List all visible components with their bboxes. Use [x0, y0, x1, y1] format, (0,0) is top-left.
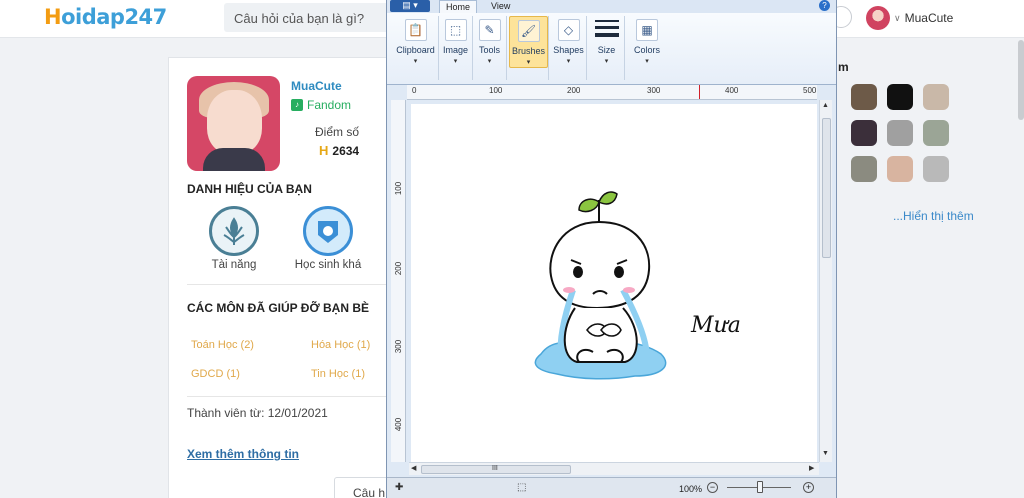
- image-group[interactable]: ⬚ Image ▾: [439, 16, 473, 80]
- scroll-right-icon[interactable]: ▶: [809, 464, 814, 472]
- select-icon: ⬚: [444, 19, 467, 41]
- scroll-down-icon[interactable]: ▼: [822, 450, 829, 457]
- member-thumbnail[interactable]: [923, 84, 949, 110]
- titles-heading: DANH HIỆU CỦA BẠN: [187, 182, 312, 196]
- size-group[interactable]: Size ▾: [589, 16, 625, 80]
- drawing-canvas[interactable]: Mưa: [411, 104, 817, 462]
- drawing-illustration: Mưa: [534, 191, 741, 380]
- score-label: Điểm số: [315, 125, 360, 139]
- canvas-text: Mưa: [690, 313, 741, 338]
- scroll-up-icon[interactable]: ▲: [822, 102, 829, 109]
- scroll-thumb[interactable]: [822, 118, 831, 258]
- member-thumbnail[interactable]: [923, 156, 949, 182]
- subject-item[interactable]: Tin Học (1): [311, 368, 365, 380]
- fandom-link[interactable]: ♪ Fandom: [291, 98, 351, 112]
- vertical-scrollbar[interactable]: ▲ ▼: [819, 100, 832, 462]
- talent-badge-icon[interactable]: [209, 206, 259, 256]
- zoom-in-icon[interactable]: +: [803, 482, 814, 493]
- shapes-icon: ◇: [557, 19, 580, 41]
- zoom-level: 100%: [679, 484, 703, 494]
- help-icon[interactable]: ?: [819, 0, 830, 11]
- member-thumbnail[interactable]: [887, 84, 913, 110]
- good-student-badge-icon[interactable]: [303, 206, 353, 256]
- paint-window: ▤ ▾ Home View ? 📋 Clipboard ▾ ⬚ Image ▾ …: [386, 0, 837, 498]
- badge-label: Tài năng: [211, 259, 257, 271]
- page-scrollbar[interactable]: [1018, 40, 1024, 120]
- divider: [187, 284, 387, 285]
- member-since: Thành viên từ: 12/01/2021: [187, 406, 328, 420]
- chevron-down-icon: ▾: [453, 58, 458, 65]
- subject-item[interactable]: Toán Học (2): [191, 339, 254, 351]
- paint-menu-button[interactable]: ▤ ▾: [390, 0, 430, 12]
- badge-label: Học sinh khá: [294, 259, 362, 271]
- colors-group[interactable]: ▦ Colors ▾: [627, 16, 667, 80]
- chevron-down-icon: ∨: [894, 12, 901, 23]
- sidebar-title: m: [838, 60, 849, 74]
- avatar: [866, 6, 890, 30]
- profile-username[interactable]: MuaCute: [291, 79, 342, 93]
- user-menu[interactable]: ∨ MuaCute: [866, 6, 953, 30]
- profile-card: MuaCute ♪ Fandom Điểm số H 2634 DANH HIỆ…: [168, 57, 398, 498]
- member-thumbnail[interactable]: [887, 156, 913, 182]
- profile-avatar: [187, 76, 280, 171]
- member-thumbnail[interactable]: [887, 120, 913, 146]
- score-icon: H: [319, 143, 329, 158]
- chevron-down-icon: ▾: [566, 58, 571, 65]
- score-value: H 2634: [319, 143, 360, 158]
- show-more-link[interactable]: ...Hiển thị thêm: [893, 209, 974, 223]
- site-logo[interactable]: Hoidap247: [44, 5, 167, 29]
- member-thumbnail[interactable]: [851, 120, 877, 146]
- brushes-group[interactable]: 🖌 Brushes ▾: [509, 16, 549, 80]
- chevron-down-icon: ▾: [604, 58, 609, 65]
- cursor-position-icon: ✚: [395, 482, 404, 493]
- ribbon-tab-bar: ▤ ▾ Home View ?: [387, 0, 836, 13]
- vertical-ruler: 100 200 300 400: [391, 100, 406, 462]
- header-username: MuaCute: [904, 11, 954, 25]
- chevron-down-icon: ▾: [645, 58, 649, 65]
- horizontal-scrollbar[interactable]: ◀ III ▶: [409, 462, 819, 475]
- shapes-group[interactable]: ◇ Shapes ▾: [551, 16, 587, 80]
- tab-view[interactable]: View: [485, 0, 516, 13]
- zoom-out-icon[interactable]: −: [707, 482, 718, 493]
- ask-question-button[interactable]: Câu h: [334, 477, 394, 498]
- line-size-icon: [594, 20, 619, 42]
- scroll-left-icon[interactable]: ◀: [411, 464, 416, 472]
- member-thumbnail[interactable]: [851, 84, 877, 110]
- chevron-down-icon: ▾: [487, 58, 492, 65]
- subject-item[interactable]: GDCD (1): [191, 368, 240, 380]
- cursor-marker: [699, 85, 700, 99]
- tools-group[interactable]: ✎ Tools ▾: [473, 16, 507, 80]
- zoom-slider-handle[interactable]: [757, 481, 763, 493]
- pencil-icon: ✎: [478, 19, 501, 41]
- scroll-thumb[interactable]: III: [421, 465, 571, 474]
- ribbon-toolbar: 📋 Clipboard ▾ ⬚ Image ▾ ✎ Tools ▾ 🖌 Brus…: [387, 13, 836, 85]
- search-input[interactable]: Câu hỏi của bạn là gì?: [224, 3, 394, 32]
- more-info-link[interactable]: Xem thêm thông tin: [187, 447, 299, 461]
- divider: [187, 396, 387, 397]
- member-thumbnail[interactable]: [851, 156, 877, 182]
- clipboard-group[interactable]: 📋 Clipboard ▾: [393, 16, 439, 80]
- fandom-icon: ♪: [291, 99, 303, 111]
- subject-item[interactable]: Hóa Học (1): [311, 339, 370, 351]
- brush-icon: 🖌: [517, 20, 540, 42]
- status-bar: ✚ ⬚ 100% − +: [387, 477, 836, 498]
- tab-home[interactable]: Home: [439, 0, 478, 13]
- subjects-heading: CÁC MÔN ĐÃ GIÚP ĐỠ BẠN BÈ: [187, 301, 370, 315]
- member-thumbnail[interactable]: [923, 120, 949, 146]
- color-palette-icon: ▦: [636, 19, 658, 41]
- chevron-down-icon: ▾: [526, 59, 531, 66]
- clipboard-icon: 📋: [404, 19, 427, 41]
- horizontal-ruler: 0 100 200 300 400 500: [407, 85, 817, 100]
- chevron-down-icon: ▾: [413, 58, 418, 65]
- selection-size-icon: ⬚: [517, 482, 527, 493]
